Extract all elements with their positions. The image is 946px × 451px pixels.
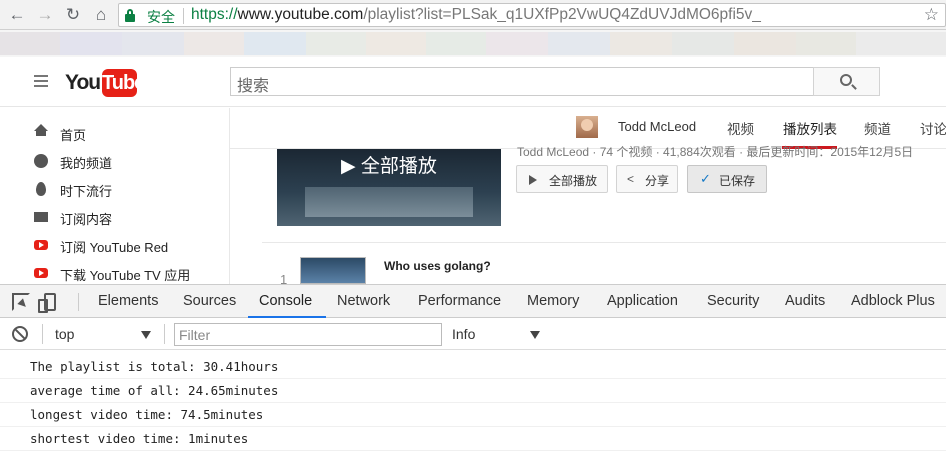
clear-console-icon[interactable]: [12, 326, 28, 342]
playlist-item-title[interactable]: Who uses golang?: [384, 259, 491, 273]
bookmark-item[interactable]: [672, 32, 734, 55]
play-all-button[interactable]: 全部播放: [516, 165, 608, 193]
back-icon[interactable]: ←: [6, 4, 28, 26]
bookmark-item[interactable]: [60, 32, 122, 55]
log-level-selector[interactable]: Info: [452, 326, 544, 344]
lock-icon: [125, 9, 135, 22]
console-log-line: longest video time: 74.5minutes: [0, 403, 946, 427]
bookmark-item[interactable]: [0, 32, 60, 55]
url-text[interactable]: https://www.youtube.com/playlist?list=PL…: [191, 6, 761, 24]
play-icon: [529, 175, 537, 185]
playlist-thumbnail[interactable]: ▶ 全部播放: [277, 149, 501, 226]
tab-adblock-plus[interactable]: Adblock Plus: [851, 293, 935, 309]
sidebar-item-subscriptions[interactable]: 订阅内容: [0, 203, 229, 231]
bookmark-item[interactable]: [244, 32, 306, 55]
bookmark-item[interactable]: [426, 32, 486, 55]
saved-button[interactable]: ✓ 已保存: [687, 165, 767, 193]
bookmark-item[interactable]: [122, 32, 184, 55]
browser-toolbar: ← → ↻ ⌂ 安全 https://www.youtube.com/playl…: [0, 0, 946, 30]
bookmark-item[interactable]: [548, 32, 610, 55]
tab-playlists[interactable]: 播放列表: [783, 118, 837, 138]
youtube-tv-icon: [34, 268, 48, 278]
chevron-down-icon: [141, 331, 151, 339]
thumbnail-image: [305, 187, 473, 217]
address-separator: [183, 8, 184, 24]
search-placeholder: 搜索: [237, 78, 270, 95]
home-icon: [34, 124, 48, 136]
devtools-panel: Elements Sources Console Network Perform…: [0, 284, 946, 451]
sidebar-item-trending[interactable]: 时下流行: [0, 175, 229, 203]
console-filter-input[interactable]: [174, 323, 442, 346]
tab-memory[interactable]: Memory: [527, 293, 579, 309]
tab-discussion[interactable]: 讨论: [920, 118, 946, 138]
tab-network[interactable]: Network: [337, 293, 390, 309]
bookmark-item[interactable]: [184, 32, 244, 55]
console-log-line: The playlist is total: 30.41hours: [0, 355, 946, 379]
tabbar-separator: [78, 293, 79, 311]
tab-console[interactable]: Console: [259, 293, 312, 309]
tab-performance[interactable]: Performance: [418, 293, 501, 309]
tab-audits[interactable]: Audits: [785, 293, 825, 309]
channel-icon: [34, 154, 48, 168]
tab-channels[interactable]: 频道: [864, 118, 891, 138]
share-icon: <: [627, 172, 635, 186]
bookmark-item[interactable]: [306, 32, 366, 55]
bookmarks-bar: [0, 30, 946, 57]
bookmark-item[interactable]: [486, 32, 548, 55]
chevron-down-icon: [530, 331, 540, 339]
sidebar-item-youtube-tv[interactable]: 下载 YouTube TV 应用: [0, 259, 229, 287]
content-divider: [262, 242, 946, 243]
console-log-line: average time of all: 24.65minutes: [0, 379, 946, 403]
playlist-meta: Todd McLeod · 74 个视频 · 41,884次观看 · 最后更新时…: [517, 145, 914, 159]
channel-owner-name[interactable]: Todd McLeod: [618, 119, 696, 134]
bookmark-item[interactable]: [796, 32, 856, 55]
bookmark-item[interactable]: [856, 32, 946, 55]
search-icon: [840, 74, 852, 86]
home-icon[interactable]: ⌂: [90, 4, 112, 26]
playlist-item-thumbnail[interactable]: [300, 257, 366, 284]
check-icon: ✓: [700, 171, 711, 186]
bookmark-star-icon[interactable]: ☆: [924, 5, 939, 25]
channel-avatar[interactable]: [576, 116, 598, 138]
guide-menu-icon[interactable]: [34, 75, 48, 90]
sidebar-item-home[interactable]: 首页: [0, 119, 229, 147]
tab-security[interactable]: Security: [707, 293, 759, 309]
share-button[interactable]: < 分享: [616, 165, 678, 193]
search-input[interactable]: 搜索: [230, 67, 814, 96]
youtube-red-icon: [34, 240, 48, 250]
address-bar[interactable]: 安全 https://www.youtube.com/playlist?list…: [118, 3, 946, 27]
tab-application[interactable]: Application: [607, 293, 678, 309]
search-button[interactable]: [813, 67, 880, 96]
subscriptions-icon: [34, 212, 48, 222]
tab-elements[interactable]: Elements: [98, 293, 158, 309]
bookmark-item[interactable]: [366, 32, 426, 55]
filter-separator: [42, 324, 43, 344]
forward-icon[interactable]: →: [34, 4, 56, 26]
reload-icon[interactable]: ↻: [62, 4, 84, 26]
secure-label: 安全: [147, 9, 175, 25]
sidebar-item-my-channel[interactable]: 我的频道: [0, 147, 229, 175]
guide-sidebar: 首页 我的频道 时下流行 订阅内容 订阅 YouTube Red 下载 YouT…: [0, 108, 230, 284]
bookmark-item[interactable]: [610, 32, 672, 55]
youtube-masthead: You Tube 搜索: [0, 57, 946, 107]
tab-sources[interactable]: Sources: [183, 293, 236, 309]
console-output: The playlist is total: 30.41hours averag…: [0, 355, 946, 451]
console-filter-bar: top Info: [0, 318, 946, 350]
play-all-overlay[interactable]: ▶ 全部播放: [341, 151, 437, 178]
inspect-element-icon[interactable]: [12, 293, 30, 311]
device-toolbar-icon[interactable]: [38, 293, 56, 313]
filter-separator: [164, 324, 165, 344]
console-log-line: shortest video time: 1minutes: [0, 427, 946, 451]
sidebar-item-youtube-red[interactable]: 订阅 YouTube Red: [0, 231, 229, 259]
context-selector[interactable]: top: [55, 326, 155, 344]
playlist-content: ▶ 全部播放 Todd McLeod · 74 个视频 · 41,884次观看 …: [230, 145, 946, 287]
tab-videos[interactable]: 视频: [727, 118, 754, 138]
bookmark-item[interactable]: [734, 32, 796, 55]
trending-icon: [36, 182, 46, 196]
devtools-tabbar: Elements Sources Console Network Perform…: [0, 284, 946, 318]
